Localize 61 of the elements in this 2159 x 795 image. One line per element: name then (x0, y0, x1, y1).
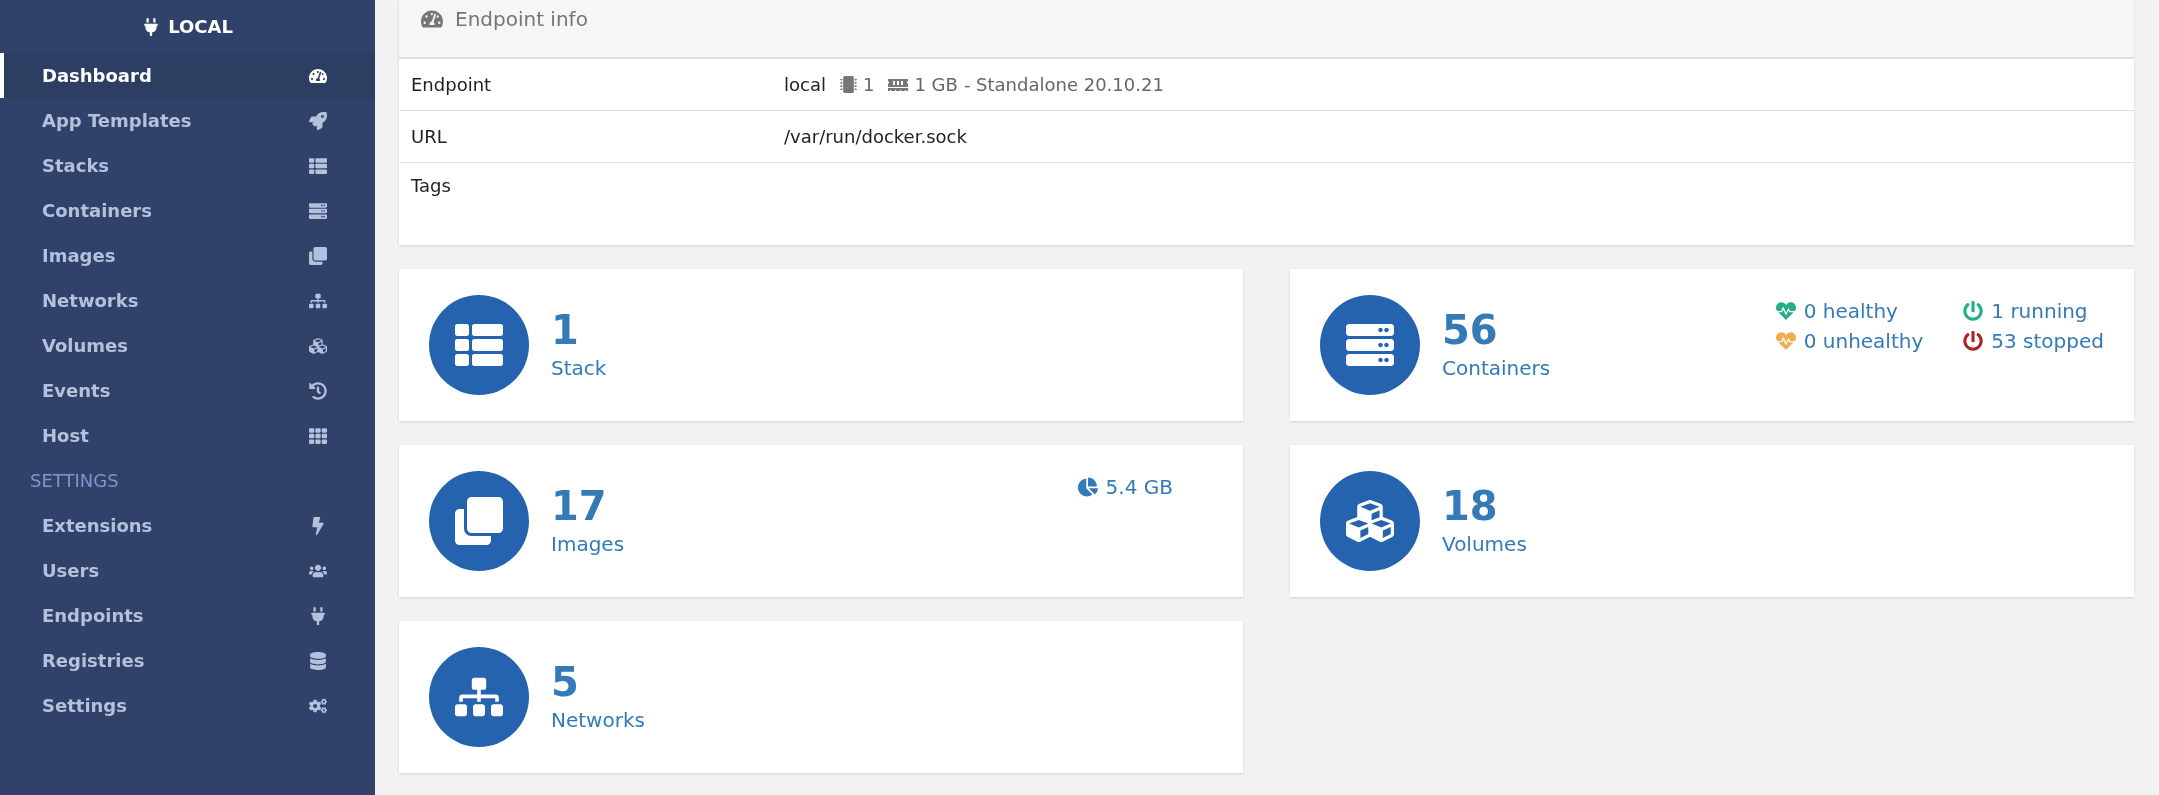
sidebar-item[interactable]: Stacks (0, 143, 375, 188)
count: 17 (551, 486, 608, 526)
summary-card[interactable]: 56 Containers 0 healthy 1 running 0 unhealthy 53 stopped (1290, 269, 2134, 421)
card-label: Volumes (1442, 532, 1528, 556)
count: 1 (551, 310, 580, 350)
row-value: /var/run/docker.sock (784, 126, 968, 147)
sidebar-item[interactable]: Images (0, 233, 375, 278)
summary-card[interactable]: 18 Volumes (1290, 445, 2134, 597)
endpoint-detail: - Standalone 20.10.21 (963, 74, 1164, 95)
count: 56 (1442, 310, 1499, 350)
sidebar-item[interactable]: Networks (0, 278, 375, 323)
status-count: 53 stopped (1991, 329, 2104, 353)
sidebar-item[interactable]: Extensions (0, 503, 375, 548)
gauge-icon (309, 66, 327, 85)
gears-icon (309, 696, 327, 715)
plug-icon (309, 606, 327, 625)
sidebar-item[interactable]: Containers (0, 188, 375, 233)
sidebar-item[interactable]: Events (0, 368, 375, 413)
server-icon (309, 201, 327, 220)
card-label: Networks (551, 708, 646, 732)
row-label: Tags (411, 175, 452, 196)
database-icon (309, 651, 327, 670)
sidebar-item[interactable]: Volumes (0, 323, 375, 368)
card-label: Stack (551, 356, 608, 380)
summary-card[interactable]: 17 Images 5.4 GB (399, 445, 1243, 597)
row-label: URL (411, 126, 448, 147)
pie-chart-icon (1077, 477, 1098, 497)
history-icon (309, 381, 327, 400)
sidebar-item[interactable]: Endpoints (0, 593, 375, 638)
sitemap-icon (309, 291, 327, 310)
section-heading: SETTINGS (29, 469, 120, 493)
sidebar-item[interactable]: App Templates (0, 98, 375, 143)
sidebar-item[interactable]: Host (0, 413, 375, 458)
status-count: 0 unhealthy (1803, 329, 1924, 353)
copy-icon (309, 246, 327, 265)
row-label: Endpoint (411, 74, 493, 95)
status-count: 1 running (1991, 299, 2088, 323)
sidebar-item[interactable]: Users (0, 548, 375, 593)
card-label: Images (551, 532, 626, 556)
memory-size: 1 GB (914, 74, 958, 95)
cpu-count: 1 (862, 74, 875, 95)
sidebar-item[interactable]: Settings (0, 683, 375, 728)
bolt-icon (309, 516, 327, 535)
sidebar-item[interactable]: Dashboard (0, 53, 375, 98)
count: 18 (1442, 486, 1499, 526)
endpoint-value: local (784, 74, 826, 95)
summary-card[interactable]: 1 Stack (399, 269, 1243, 421)
summary-card[interactable]: 5 Networks (399, 621, 1243, 773)
count: 5 (551, 662, 580, 702)
cpu-icon (839, 76, 857, 93)
endpoint-name: LOCAL (168, 16, 233, 37)
disk-size: 5.4 GB (1105, 475, 1173, 499)
status-count: 0 healthy (1803, 299, 1898, 323)
grid-icon (309, 426, 327, 445)
card-label: Containers (1442, 356, 1552, 380)
list-icon (309, 156, 327, 175)
panel-title: Endpoint info (455, 6, 588, 31)
plug-icon (142, 17, 161, 36)
sidebar-item[interactable]: Registries (0, 638, 375, 683)
rocket-icon (309, 111, 327, 130)
cubes-icon (309, 336, 327, 355)
